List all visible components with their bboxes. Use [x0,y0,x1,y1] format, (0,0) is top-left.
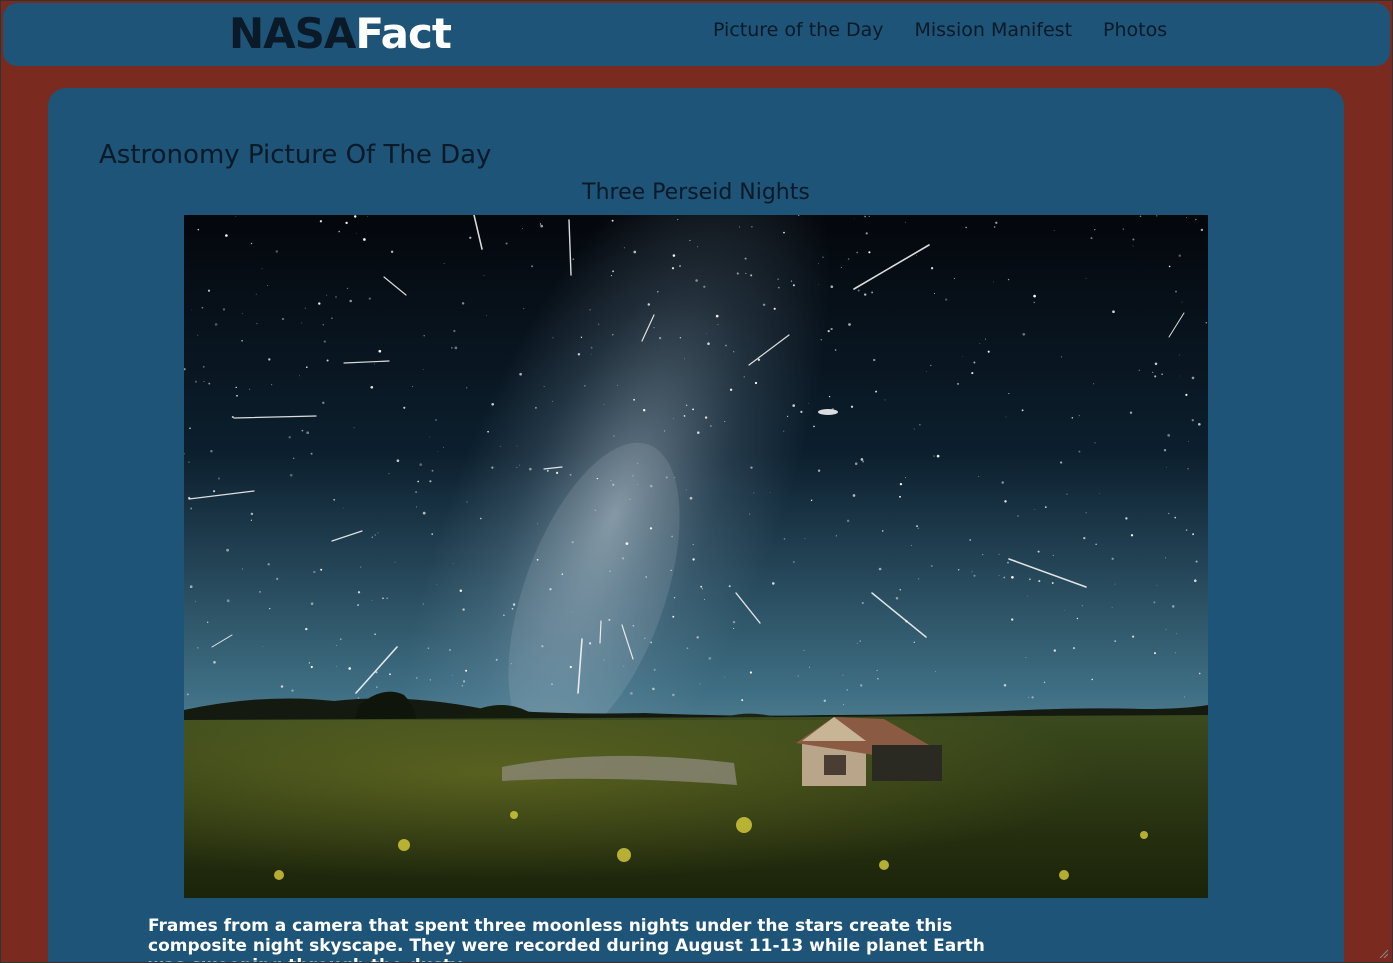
browser-viewport: NASAFact Picture of the Day Mission Mani… [0,0,1393,963]
nav-link-mission-manifest[interactable]: Mission Manifest [914,17,1072,43]
picture-description: Frames from a camera that spent three mo… [148,916,985,962]
picture-title: Three Perseid Nights [582,180,810,205]
nav-link-picture-of-the-day[interactable]: Picture of the Day [713,17,883,43]
logo-nasa: NASA [229,9,356,58]
site-logo[interactable]: NASAFact [229,9,452,59]
resize-grip-icon[interactable] [1378,948,1388,958]
nav-link-photos[interactable]: Photos [1103,17,1167,43]
main-content-panel: Astronomy Picture Of The Day Three Perse… [48,88,1344,962]
navbar: NASAFact Picture of the Day Mission Mani… [3,3,1390,66]
logo-fact: Fact [355,9,452,58]
apod-image [184,215,1208,898]
nav-links: Picture of the Day Mission Manifest Phot… [713,17,1167,43]
page-title: Astronomy Picture Of The Day [99,140,492,170]
